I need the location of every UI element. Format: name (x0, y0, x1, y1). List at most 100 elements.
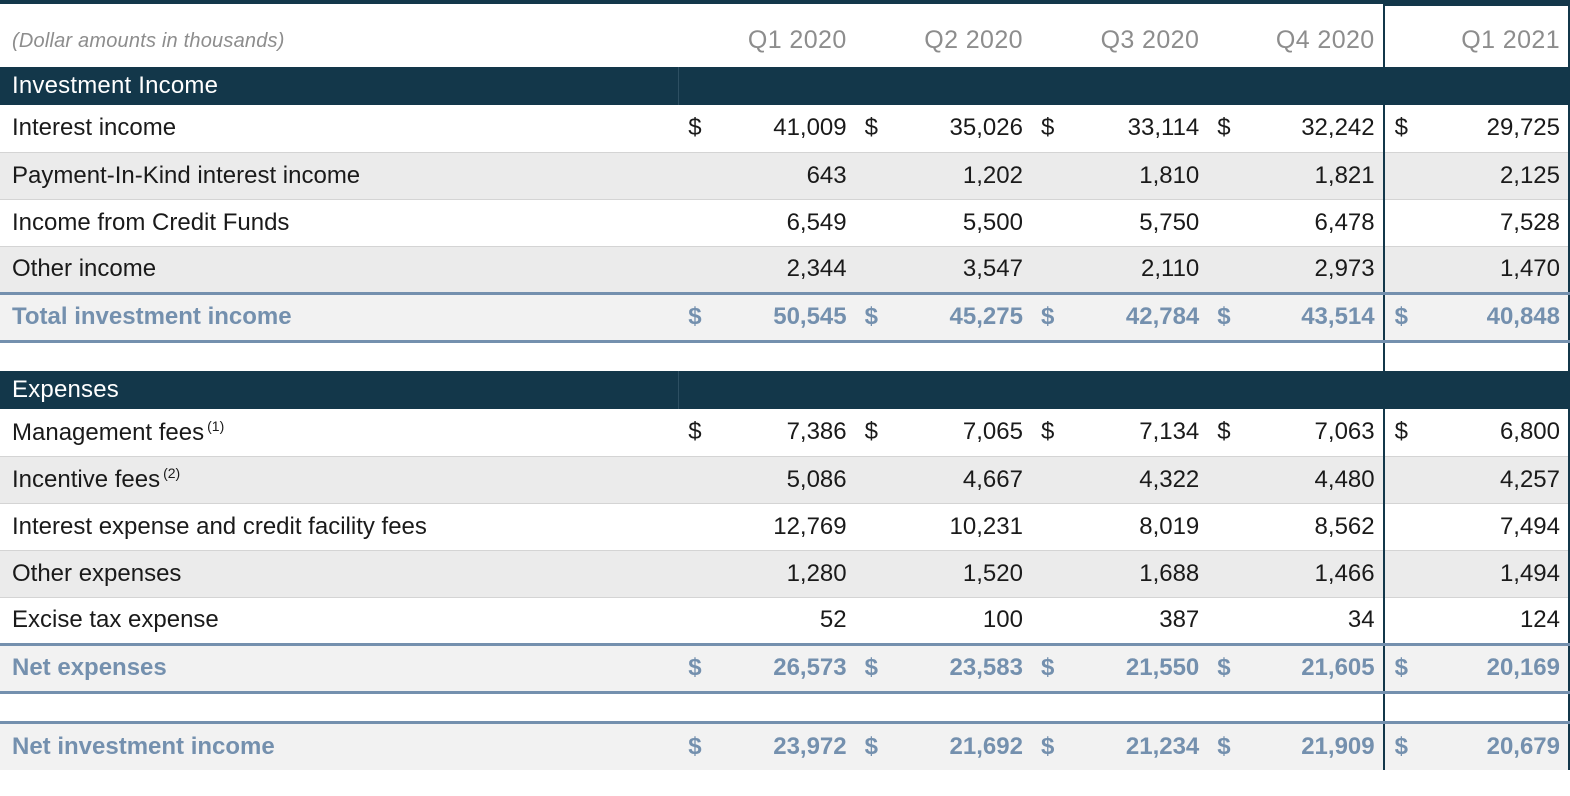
row-label: Income from Credit Funds (0, 199, 679, 247)
currency-spacer (1382, 246, 1424, 294)
table-row: Excise tax expense 52 100 387 34 124 (0, 597, 1570, 644)
cell-value: 1,810 (1067, 152, 1208, 200)
currency-spacer (854, 246, 891, 294)
cell-value: 34 (1347, 606, 1375, 633)
total-value: 45,275 (890, 291, 1031, 343)
cell-value: 2,344 (714, 246, 855, 294)
currency-symbol: $ (1207, 105, 1244, 153)
table-row: Incentive fees (2) 5,086 4,667 4,322 4,48… (0, 456, 1570, 504)
currency-spacer (1207, 152, 1244, 200)
row-label: Payment-In-Kind interest income (0, 152, 679, 200)
cell-value: 29,725 (1423, 105, 1570, 153)
currency-spacer (1382, 199, 1424, 247)
cell-value: 5,750 (1067, 199, 1208, 247)
table-row: Other income 2,344 3,547 2,110 2,973 1,4… (0, 246, 1570, 294)
currency-symbol: $ (1030, 720, 1068, 770)
currency-symbol: $ (854, 642, 891, 694)
cell-value: 4,667 (890, 456, 1031, 504)
section-title-investment-income: Investment Income (0, 67, 679, 105)
header-spacer-q2-2020 (855, 5, 891, 67)
currency-spacer (1207, 503, 1244, 551)
cell-value: 124 (1423, 597, 1570, 644)
row-label: Management fees (1) (0, 409, 679, 457)
section-band-fill-highlight-right (1423, 371, 1570, 409)
row-label: Incentive fees (2) (0, 456, 679, 504)
cell-value: 1,821 (1243, 152, 1384, 200)
total-row-investment-income: Total investment income $ 50,545 $ 45,27… (0, 291, 1570, 343)
currency-spacer (1031, 597, 1067, 644)
currency-spacer (1207, 199, 1244, 247)
currency-spacer (1030, 246, 1068, 294)
grand-total-gap-row (0, 692, 1570, 722)
currency-spacer (1030, 550, 1068, 598)
cell-value: 7,065 (890, 409, 1031, 457)
cell-value: 3,547 (890, 246, 1031, 294)
cell-value: 8,019 (1067, 503, 1208, 551)
cell-value: 643 (714, 152, 855, 200)
total-label: Total investment income (0, 291, 679, 343)
cell-value: 5,086 (714, 456, 855, 504)
currency-spacer (1382, 597, 1424, 644)
currency-symbol: $ (854, 720, 891, 770)
cell-value: 35,026 (890, 105, 1031, 153)
cell-value: 5,500 (890, 199, 1031, 247)
total-value: 40,848 (1423, 291, 1570, 343)
currency-symbol: $ (1382, 409, 1424, 457)
total-value: 20,169 (1423, 642, 1570, 694)
currency-spacer (1207, 246, 1244, 294)
gap-fill-highlight-left (1382, 341, 1424, 371)
header-spacer-q3-2020 (1031, 5, 1067, 67)
currency-symbol: $ (854, 409, 891, 457)
currency-symbol: $ (1207, 642, 1244, 694)
column-header-q1-2021: Q1 2021 (1423, 4, 1570, 67)
table-row: Payment-In-Kind interest income 643 1,20… (0, 152, 1570, 200)
grand-total-value: 21,909 (1243, 720, 1384, 770)
currency-spacer (854, 199, 891, 247)
cell-value: 4,257 (1423, 456, 1570, 504)
cell-value: 2,973 (1243, 246, 1384, 294)
cell-value: 387 (1159, 606, 1200, 633)
total-label: Net expenses (0, 642, 679, 694)
cell-value: 8,562 (1243, 503, 1384, 551)
header-spacer-q1-2021 (1382, 4, 1424, 67)
currency-symbol: $ (854, 291, 891, 343)
currency-symbol: $ (1030, 291, 1068, 343)
currency-spacer (1030, 456, 1068, 504)
currency-spacer (1030, 199, 1068, 247)
cell-value: 7,528 (1423, 199, 1570, 247)
currency-spacer (1207, 597, 1243, 644)
section-band-fill-highlight-right (1423, 67, 1570, 105)
currency-spacer (854, 456, 891, 504)
table-row: Other expenses 1,280 1,520 1,688 1,466 1… (0, 550, 1570, 598)
currency-symbol: $ (1382, 642, 1424, 694)
currency-symbol: $ (1382, 105, 1424, 153)
gap-fill (0, 692, 1384, 722)
section-title-expenses: Expenses (0, 371, 679, 409)
cell-value: 6,549 (714, 199, 855, 247)
currency-spacer (855, 597, 891, 644)
currency-symbol: $ (678, 642, 715, 694)
grand-total-value: 21,692 (890, 720, 1031, 770)
row-label: Other expenses (0, 550, 679, 598)
cell-value: 2,125 (1423, 152, 1570, 200)
currency-symbol: $ (678, 291, 715, 343)
currency-spacer (678, 550, 715, 598)
currency-symbol: $ (678, 105, 715, 153)
column-header-q3-2020: Q3 2020 (1100, 26, 1200, 54)
currency-spacer (678, 246, 715, 294)
total-value: 42,784 (1067, 291, 1208, 343)
currency-spacer (678, 456, 715, 504)
currency-spacer (678, 503, 715, 551)
total-value: 43,514 (1243, 291, 1384, 343)
grand-total-value: 23,972 (714, 720, 855, 770)
currency-symbol: $ (1207, 409, 1244, 457)
row-label: Interest income (0, 105, 679, 153)
cell-value: 52 (819, 606, 847, 633)
section-band-fill-highlight-left (1382, 371, 1424, 409)
cell-value: 4,322 (1067, 456, 1208, 504)
currency-spacer (1382, 456, 1424, 504)
row-label: Interest expense and credit facility fee… (0, 503, 679, 551)
cell-value: 1,470 (1423, 246, 1570, 294)
section-band-expenses: Expenses (0, 371, 1570, 409)
section-band-investment-income: Investment Income (0, 67, 1570, 105)
